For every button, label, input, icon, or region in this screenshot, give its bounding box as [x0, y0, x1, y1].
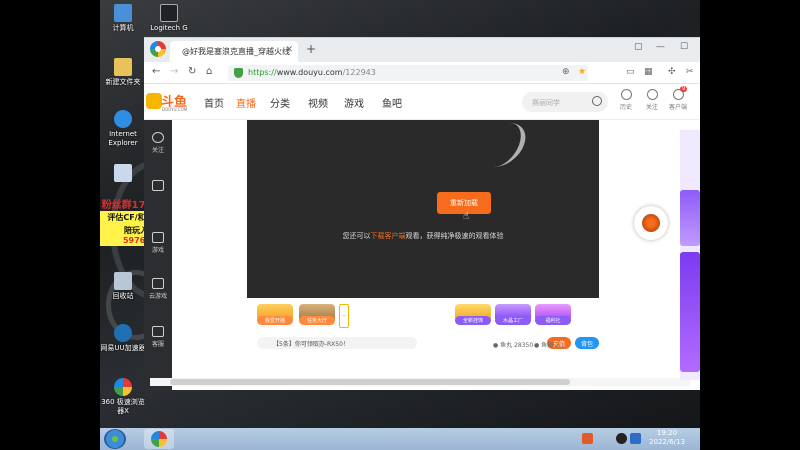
- taskbar-browser[interactable]: [144, 429, 174, 449]
- fish-ball-count: ● 鱼丸 28350: [493, 342, 534, 349]
- extension-icon[interactable]: ✣: [668, 67, 676, 77]
- sidebar-item-cloud-game[interactable]: 云游戏: [144, 278, 172, 300]
- star-icon[interactable]: ★: [578, 67, 586, 77]
- pin-icon[interactable]: ▢: [634, 42, 643, 52]
- bookmark-icon: [152, 180, 164, 191]
- search-icon[interactable]: [592, 96, 602, 106]
- folder-icon: [114, 58, 132, 76]
- backpack-button[interactable]: 背包: [575, 337, 599, 349]
- promo-banner[interactable]: [680, 190, 700, 246]
- recycle-bin-icon: [114, 272, 132, 290]
- history-icon: [620, 89, 632, 100]
- desktop-icon-app[interactable]: [98, 164, 148, 184]
- volume-icon[interactable]: [630, 433, 641, 444]
- computer-icon: [114, 4, 132, 22]
- browser-window: @好我是塞浪克直播_穿越火线 ✕ + ▢ — ☐ ← → ↻ ⌂ https:/…: [144, 37, 700, 390]
- header-follow[interactable]: 关注: [640, 89, 664, 111]
- heart-icon: [646, 89, 658, 100]
- address-bar: ← → ↻ ⌂ https://www.douyu.com/122943 ⊕ ★…: [144, 62, 700, 84]
- nav-live[interactable]: 直播: [236, 95, 256, 110]
- left-sidebar: 关注 游戏 云游戏 客服: [144, 120, 172, 390]
- sogou-ime-icon[interactable]: [582, 433, 593, 444]
- search-input[interactable]: 赛丽同学: [522, 92, 608, 112]
- notice-bar[interactable]: 【5条】你可领取办-RX50！: [257, 337, 417, 349]
- desktop-icon-recycle-bin[interactable]: 回收站: [98, 272, 148, 301]
- fish-fin-count: ● 鱼翅 2.1: [534, 342, 565, 349]
- site-header: 斗鱼 DOUYU.COM 首页 直播 分类 视频 游戏 鱼吧 赛丽同学 历史 关…: [144, 84, 700, 120]
- player-message: 您还可以下载客户端观看，获得纯净极速的观看体验: [342, 232, 504, 240]
- start-button[interactable]: [104, 429, 126, 449]
- horizontal-scrollbar[interactable]: [150, 378, 690, 386]
- client-badge: 9: [680, 86, 688, 92]
- apps-icon[interactable]: ▦: [644, 67, 653, 77]
- maximize-icon[interactable]: ☐: [680, 42, 688, 52]
- home-icon[interactable]: ⌂: [206, 66, 212, 77]
- right-promo-panel[interactable]: [680, 130, 700, 380]
- desktop-icon-logitech[interactable]: Logitech G: [144, 4, 194, 33]
- fish-logo-icon: [146, 93, 162, 109]
- activity-row: 我爱开播 任务大厅 – 全新挂饰 水晶工厂 福利社: [247, 298, 599, 336]
- header-history[interactable]: 历史: [614, 89, 638, 111]
- sidebar-item-bookmark[interactable]: [144, 180, 172, 193]
- app-icon: [114, 164, 132, 182]
- back-icon[interactable]: ←: [152, 66, 160, 77]
- loading-fish-icon: [493, 123, 533, 167]
- browser-logo-icon[interactable]: [150, 41, 166, 57]
- sidebar-item-service[interactable]: 客服: [144, 326, 172, 348]
- heart-icon: [152, 132, 164, 143]
- url-field[interactable]: https://www.douyu.com/122943: [228, 65, 588, 81]
- minimize-icon[interactable]: —: [656, 42, 665, 52]
- desktop-icon-folder[interactable]: 新建文件夹: [98, 58, 148, 87]
- shield-icon: [234, 68, 243, 78]
- 360-browser-icon: [114, 378, 132, 396]
- screenshot-icon[interactable]: ▭: [626, 67, 635, 77]
- nav-fishbar[interactable]: 鱼吧: [382, 95, 402, 110]
- video-player[interactable]: 重新加载 ☝ 您还可以下载客户端观看，获得纯净极速的观看体验: [247, 120, 599, 298]
- cloud-game-icon: [152, 278, 164, 289]
- cursor-hand-icon: ☝: [463, 211, 470, 222]
- tab-douyu[interactable]: @好我是塞浪克直播_穿越火线 ✕: [170, 41, 298, 62]
- tab-close-icon[interactable]: ✕: [285, 45, 293, 55]
- nav-video[interactable]: 视频: [308, 95, 328, 110]
- ie-icon: [114, 110, 132, 128]
- desktop-icon-ie[interactable]: Internet Explorer: [98, 110, 148, 148]
- service-icon: [152, 326, 164, 337]
- nav-category[interactable]: 分类: [270, 95, 290, 110]
- nav-game[interactable]: 游戏: [344, 95, 364, 110]
- gamepad-icon: [152, 232, 164, 243]
- desktop-icon-computer[interactable]: 计算机: [98, 4, 148, 33]
- forward-icon[interactable]: →: [170, 66, 178, 77]
- sidebar-item-game[interactable]: 游戏: [144, 232, 172, 254]
- qq-icon[interactable]: [616, 433, 627, 444]
- expand-activities-button[interactable]: –: [339, 304, 349, 328]
- floating-ball-icon[interactable]: [634, 206, 668, 240]
- reload-icon[interactable]: ↻: [188, 66, 196, 77]
- sidebar-item-follow[interactable]: 关注: [144, 132, 172, 154]
- desktop-icon-uu[interactable]: 网易UU加速器: [98, 324, 148, 353]
- nav-home[interactable]: 首页: [204, 95, 224, 110]
- desktop-icon-360-browser[interactable]: 360 极速浏览器X: [98, 378, 148, 416]
- douyu-logo[interactable]: 斗鱼 DOUYU.COM: [146, 91, 194, 113]
- download-client-link[interactable]: 下载客户端: [371, 232, 406, 240]
- tray-clock[interactable]: 19:20 2022/6/13: [644, 429, 690, 447]
- logitech-icon: [160, 4, 178, 22]
- uu-icon: [114, 324, 132, 342]
- zoom-icon[interactable]: ⊕: [562, 67, 570, 77]
- promo-list[interactable]: [680, 252, 700, 372]
- scrollbar-thumb[interactable]: [170, 379, 570, 385]
- header-client[interactable]: 9 客户端: [666, 86, 690, 111]
- taskbar: 19:20 2022/6/13: [100, 428, 700, 450]
- 360-browser-icon: [151, 431, 167, 447]
- new-tab-button[interactable]: +: [306, 42, 316, 56]
- scissors-icon[interactable]: ✂: [686, 67, 694, 77]
- tab-bar: @好我是塞浪克直播_穿越火线 ✕ + ▢ — ☐: [144, 38, 700, 62]
